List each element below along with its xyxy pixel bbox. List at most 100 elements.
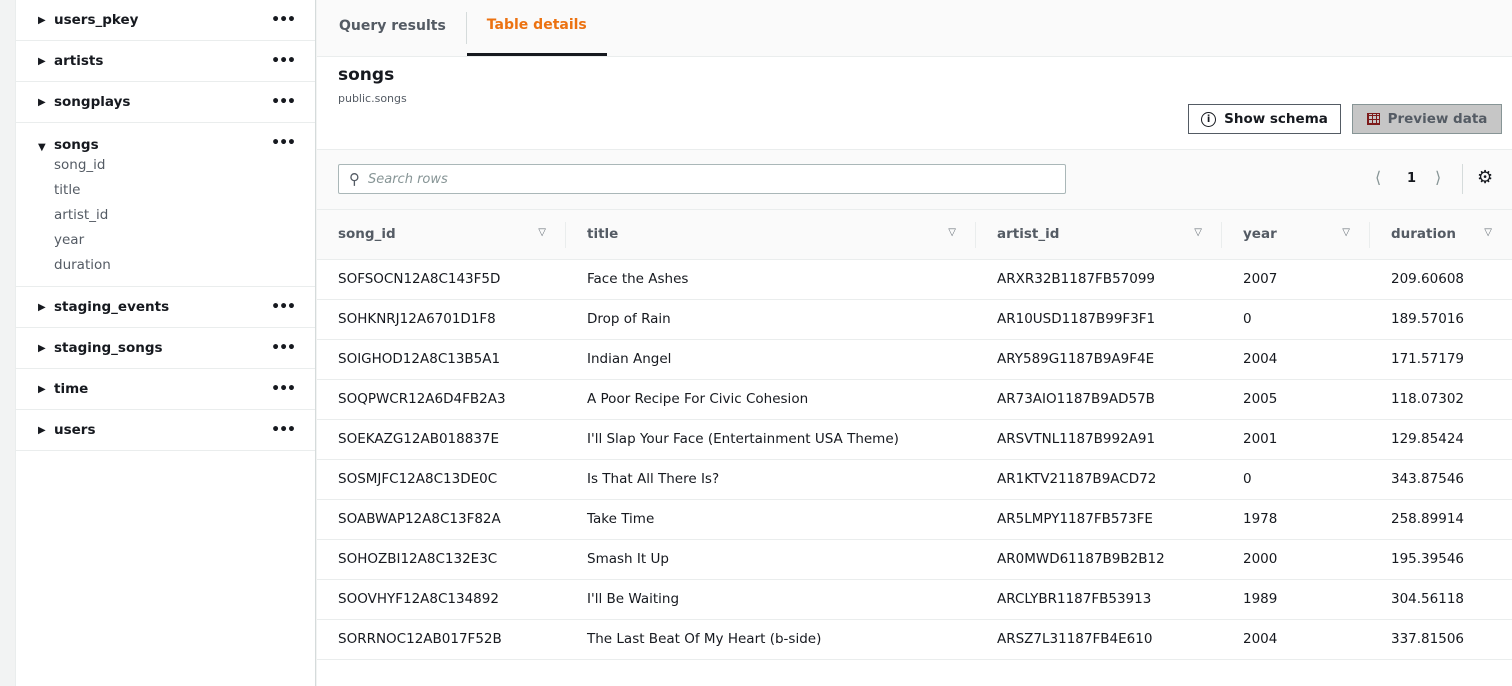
caret-right-icon[interactable]: ▶	[38, 56, 54, 67]
cell-song_id: SOOVHYF12A8C134892	[338, 591, 499, 607]
cell-song_id: SOEKAZG12AB018837E	[338, 431, 500, 447]
more-actions-icon[interactable]: •••	[271, 299, 296, 315]
caret-right-icon[interactable]: ▶	[38, 343, 54, 354]
tab-bar: Query results Table details	[317, 0, 1512, 57]
table-row[interactable]: SOABWAP12A8C13F82A Take Time AR5LMPY1187FB…	[317, 499, 1512, 539]
caret-right-icon[interactable]: ▶	[38, 384, 54, 395]
cell-artist_id: ARCLYBR1187FB53913	[997, 591, 1152, 607]
sidebar-table-name: staging_events	[54, 299, 170, 315]
info-icon: i	[1201, 111, 1217, 127]
sidebar-table-staging_songs[interactable]: ▶ staging_songs •••	[16, 328, 315, 369]
cell-artist_id: AR1KTV21187B9ACD72	[997, 471, 1157, 487]
caret-right-icon[interactable]: ▶	[38, 97, 54, 108]
cell-title: Drop of Rain	[587, 311, 671, 327]
sidebar-table-name: users_pkey	[54, 12, 139, 28]
column-header-year[interactable]: year ▽	[1222, 210, 1370, 259]
sidebar-table-name: songs	[54, 137, 99, 153]
caret-down-icon[interactable]: ▼	[38, 142, 54, 153]
cell-year: 2004	[1243, 631, 1278, 647]
cell-duration: 258.89914	[1391, 511, 1465, 527]
table-row[interactable]: SOEKAZG12AB018837E I'll Slap Your Face (E…	[317, 419, 1512, 459]
sort-icon[interactable]: ▽	[948, 227, 956, 238]
tab-table-details[interactable]: Table details	[466, 0, 607, 56]
column-header-label: title	[587, 226, 619, 243]
caret-right-icon[interactable]: ▶	[38, 302, 54, 313]
cell-year: 2001	[1243, 431, 1278, 447]
cell-year: 2005	[1243, 391, 1278, 407]
sidebar-table-artists[interactable]: ▶ artists •••	[16, 41, 315, 82]
column-header-title[interactable]: title ▽	[566, 210, 976, 259]
column-header-duration[interactable]: duration ▽	[1370, 210, 1512, 259]
sidebar-table-time[interactable]: ▶ time •••	[16, 369, 315, 410]
cell-song_id: SOIGHOD12A8C13B5A1	[338, 351, 501, 367]
sort-icon[interactable]: ▽	[1484, 227, 1492, 238]
sidebar-table-songplays[interactable]: ▶ songplays •••	[16, 82, 315, 123]
sidebar-table-songs[interactable]: ▼ songs ••• song_id title artist_id year durati…	[16, 123, 315, 287]
cell-year: 0	[1243, 471, 1252, 487]
caret-right-icon[interactable]: ▶	[38, 425, 54, 436]
cell-title: The Last Beat Of My Heart (b-side)	[587, 631, 822, 647]
cell-song_id: SOHKNRJ12A6701D1F8	[338, 311, 496, 327]
column-header-artist_id[interactable]: artist_id ▽	[976, 210, 1222, 259]
cell-artist_id: ARSVTNL1187B992A91	[997, 431, 1156, 447]
more-actions-icon[interactable]: •••	[271, 12, 296, 28]
more-actions-icon[interactable]: •••	[271, 53, 296, 69]
sidebar-table-name: users	[54, 422, 96, 438]
sidebar-table-name: staging_songs	[54, 340, 163, 356]
more-actions-icon[interactable]: •••	[271, 135, 296, 151]
cell-duration: 343.87546	[1391, 471, 1465, 487]
main-panel: Query results Table details songs public…	[317, 0, 1512, 686]
more-actions-icon[interactable]: •••	[271, 422, 296, 438]
cell-year: 1978	[1243, 511, 1278, 527]
cell-year: 1989	[1243, 591, 1278, 607]
sidebar-table-staging_events[interactable]: ▶ staging_events •••	[16, 287, 315, 328]
table-row[interactable]: SOIGHOD12A8C13B5A1 Indian Angel ARY589G118…	[317, 339, 1512, 379]
sort-icon[interactable]: ▽	[1342, 227, 1350, 238]
sort-icon[interactable]: ▽	[538, 227, 546, 238]
sidebar-table-users_pkey[interactable]: ▶ users_pkey •••	[16, 0, 315, 41]
preview-data-button[interactable]: Preview data	[1352, 104, 1502, 134]
cell-song_id: SOABWAP12A8C13F82A	[338, 511, 501, 527]
caret-right-icon[interactable]: ▶	[38, 15, 54, 26]
search-input[interactable]	[368, 171, 1048, 187]
sort-icon[interactable]: ▽	[1194, 227, 1202, 238]
cell-artist_id: AR10USD1187B99F3F1	[997, 311, 1156, 327]
table-row[interactable]: SOQPWCR12A6D4FB2A3 A Poor Recipe For Civi…	[317, 379, 1512, 419]
sidebar-table-name: songplays	[54, 94, 131, 110]
cell-song_id: SOHOZBI12A8C132E3C	[338, 551, 498, 567]
gear-icon[interactable]: ⚙	[1477, 167, 1493, 188]
table-row[interactable]: SOHKNRJ12A6701D1F8 Drop of Rain AR10USD118…	[317, 299, 1512, 339]
show-schema-button[interactable]: i Show schema	[1188, 104, 1341, 134]
tab-query-results[interactable]: Query results	[339, 0, 466, 56]
cell-song_id: SOSMJFC12A8C13DE0C	[338, 471, 498, 487]
table-row[interactable]: SOHOZBI12A8C132E3C Smash It Up AR0MWD61187…	[317, 539, 1512, 579]
cell-title: Indian Angel	[587, 351, 672, 367]
cell-year: 2007	[1243, 271, 1278, 287]
cell-artist_id: AR73AIO1187B9AD57B	[997, 391, 1155, 407]
previous-page-icon[interactable]: ⟨	[1375, 168, 1381, 187]
more-actions-icon[interactable]: •••	[271, 94, 296, 110]
table-row[interactable]: SOSMJFC12A8C13DE0C Is That All There Is? A…	[317, 459, 1512, 499]
column-header-song_id[interactable]: song_id ▽	[317, 210, 566, 259]
page-number[interactable]: 1	[1407, 171, 1416, 186]
cell-duration: 195.39546	[1391, 551, 1465, 567]
column-header-label: song_id	[338, 226, 396, 243]
cell-song_id: SOFSOCN12A8C143F5D	[338, 271, 501, 287]
sidebar-table-name: artists	[54, 53, 104, 69]
cell-song_id: SOQPWCR12A6D4FB2A3	[338, 391, 506, 407]
table-toolbar: ⚲ ⟨ 1 ⟩ ⚙	[317, 150, 1512, 210]
sidebar-column: artist_id	[54, 207, 109, 223]
cell-title: Smash It Up	[587, 551, 669, 567]
table-row[interactable]: SOOVHYF12A8C134892 I'll Be Waiting ARCLYBR…	[317, 579, 1512, 619]
search-box[interactable]: ⚲	[338, 164, 1066, 194]
sidebar-table-users[interactable]: ▶ users •••	[16, 410, 315, 451]
table-row[interactable]: SOFSOCN12A8C143F5D Face the Ashes ARXR32B1…	[317, 259, 1512, 299]
table-row[interactable]: SORRNOC12AB017F52B The Last Beat Of My He…	[317, 619, 1512, 659]
more-actions-icon[interactable]: •••	[271, 381, 296, 397]
cell-title: Take Time	[587, 511, 655, 527]
table-body: SOFSOCN12A8C143F5D Face the Ashes ARXR32B1…	[317, 259, 1512, 659]
table-browser-sidebar: ▶ users_pkey ••• ▶ artists ••• ▶ songplays ••• ▼ s…	[15, 0, 316, 686]
more-actions-icon[interactable]: •••	[271, 340, 296, 356]
next-page-icon[interactable]: ⟩	[1435, 168, 1441, 187]
cell-year: 2000	[1243, 551, 1278, 567]
